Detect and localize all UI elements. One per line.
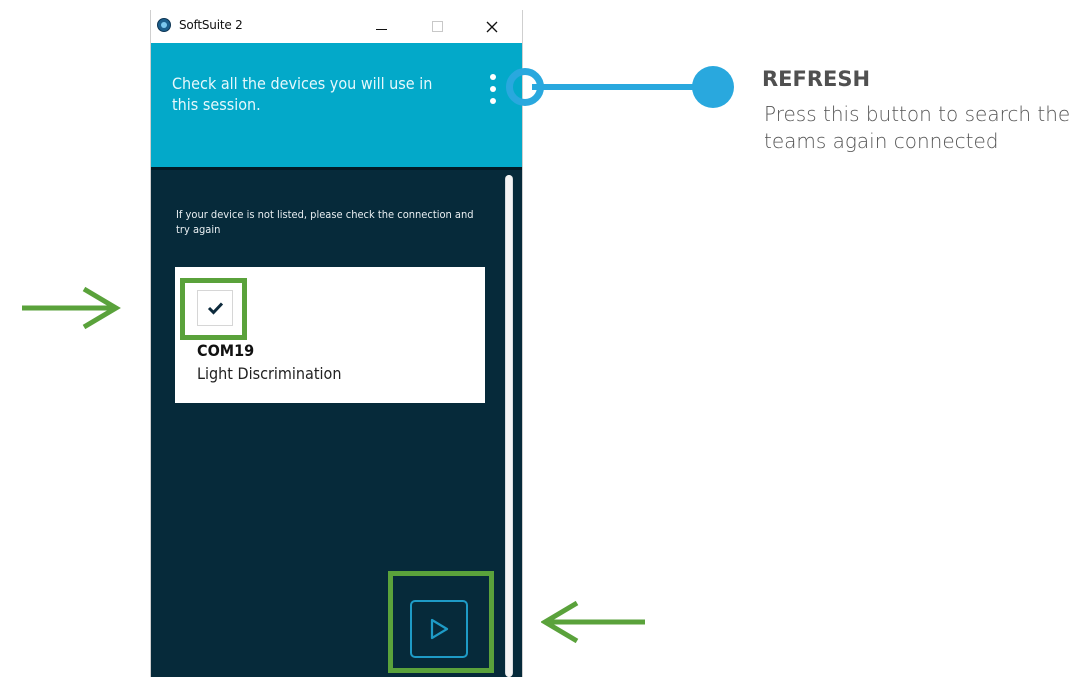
callout-description: Press this button to search the teams ag… [764, 102, 1071, 153]
arrow-right-icon [22, 286, 121, 330]
divider [151, 167, 522, 170]
window-title: SoftSuite 2 [179, 18, 243, 32]
checkbox-highlight [180, 278, 247, 340]
callout-dot [692, 66, 734, 108]
maximize-button[interactable] [415, 10, 459, 43]
close-button[interactable] [469, 10, 513, 43]
device-name: COM19 [197, 341, 255, 360]
dot [490, 86, 496, 92]
callout-title: REFRESH [762, 67, 871, 91]
title-bar: SoftSuite 2 [151, 10, 522, 43]
device-type: Light Discrimination [197, 364, 342, 383]
scrollbar[interactable] [505, 175, 513, 677]
callout-ring [506, 68, 544, 106]
minimize-button[interactable] [359, 10, 403, 43]
callout-connector [532, 84, 712, 90]
refresh-menu-button[interactable] [485, 72, 501, 108]
play-highlight [388, 571, 494, 673]
header-panel: Check all the devices you will use in th… [151, 43, 522, 167]
scrollbar-thumb[interactable] [506, 175, 512, 677]
device-hint-text: If your device is not listed, please che… [176, 208, 474, 236]
close-icon [486, 21, 498, 33]
app-logo-icon [157, 18, 171, 32]
dot [490, 98, 496, 104]
dot [490, 74, 496, 80]
arrow-left-icon [541, 600, 645, 644]
header-instruction: Check all the devices you will use in th… [172, 74, 433, 114]
